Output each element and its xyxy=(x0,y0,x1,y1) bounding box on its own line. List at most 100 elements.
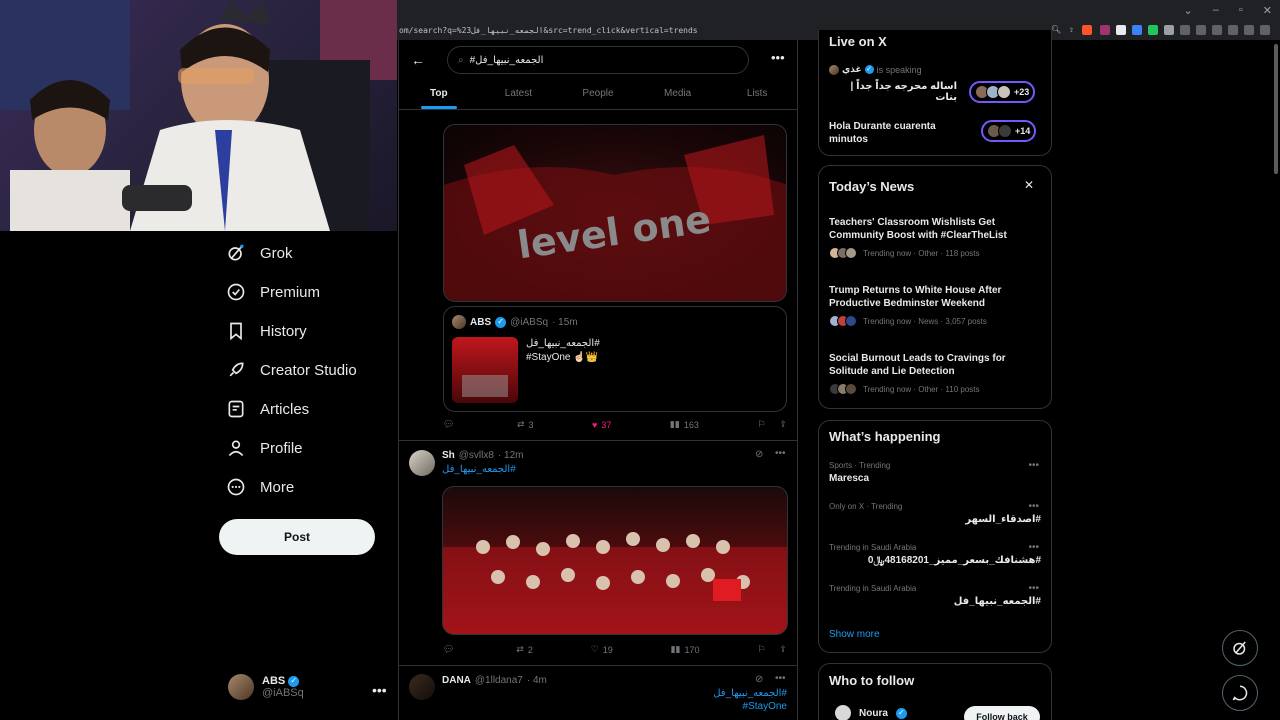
share-icon[interactable]: ⇪ xyxy=(779,644,787,655)
news-item[interactable]: Teachers' Classroom Wishlists Get Commun… xyxy=(829,216,1043,259)
news-item[interactable]: Social Burnout Leads to Cravings for Sol… xyxy=(829,352,1043,395)
quoted-tweet[interactable]: ABS ✓ @iABSq · 15m #الجمعه_نبيها_فل #Sta… xyxy=(443,306,787,412)
back-arrow-icon[interactable]: ← xyxy=(411,52,425,68)
grok-floating-button[interactable] xyxy=(1222,630,1258,666)
tweet-hashtag-stayone[interactable]: #StayOne xyxy=(639,701,787,712)
messages-floating-button[interactable] xyxy=(1222,675,1258,711)
reply-button[interactable]: 💬︎ xyxy=(443,644,458,655)
space-title[interactable]: اساله محرجه جداً جداً | بنات xyxy=(829,81,957,103)
quote-thumbnail[interactable] xyxy=(452,337,518,403)
tab-latest[interactable]: Latest xyxy=(479,80,559,109)
account-more-icon[interactable]: ••• xyxy=(372,682,387,698)
tweet-image[interactable]: level one xyxy=(443,124,787,302)
share-icon[interactable]: ⇪ xyxy=(779,419,787,430)
quote-time[interactable]: · 15m xyxy=(552,317,578,328)
bookmark-icon: ⚐ xyxy=(757,419,766,429)
nav-item-profile[interactable]: Profile xyxy=(226,438,303,458)
close-icon[interactable]: ✕ xyxy=(1024,178,1034,192)
zoom-icon[interactable]: 🔍︎ xyxy=(1051,25,1061,35)
nav-item-articles[interactable]: Articles xyxy=(226,399,309,419)
nav-item-premium[interactable]: Premium xyxy=(226,282,320,302)
tab-media[interactable]: Media xyxy=(638,80,718,109)
minimize-icon[interactable]: – xyxy=(1213,4,1219,16)
account-switcher[interactable]: ABS ✓ @iABSq xyxy=(228,674,304,700)
extension-icon[interactable] xyxy=(1164,25,1174,35)
views-button[interactable]: ▮▮ 163 xyxy=(670,419,699,430)
tweet-hashtag[interactable]: #الجمعه_نبيها_فل xyxy=(639,688,787,699)
quote-line-hashtag[interactable]: #الجمعه_نبيها_فل xyxy=(526,337,600,351)
follow-suggestion[interactable]: Noura ✓ xyxy=(835,705,907,720)
tweet-more-icon[interactable]: ••• xyxy=(775,673,786,684)
avatar[interactable] xyxy=(409,450,435,476)
more-options-icon[interactable]: ••• xyxy=(771,50,785,65)
news-item[interactable]: Trump Returns to White House After Produ… xyxy=(829,284,1043,327)
extension-icon[interactable] xyxy=(1196,25,1206,35)
menu-icon[interactable] xyxy=(1260,25,1270,35)
tab-people[interactable]: People xyxy=(558,80,638,109)
close-icon[interactable]: ✕ xyxy=(1263,4,1272,17)
tweet-author-name[interactable]: DANA xyxy=(442,675,471,686)
live-speaker-row[interactable]: غذي ✓ is speaking xyxy=(829,64,922,75)
chevron-down-icon[interactable]: ⌄ xyxy=(1184,4,1193,17)
nav-item-history[interactable]: History xyxy=(226,321,307,341)
space-listeners-pill[interactable]: +23 xyxy=(969,81,1036,103)
trend-item[interactable]: Trending in Saudi Arabia #هشنافك_بسعر_مم… xyxy=(829,543,1041,566)
reply-button[interactable]: 💬︎ xyxy=(443,419,458,430)
nav-item-grok[interactable]: Grok xyxy=(226,243,293,263)
extension-icon[interactable] xyxy=(1132,25,1142,35)
tweet-image[interactable] xyxy=(442,486,788,635)
extension-icon[interactable] xyxy=(1148,25,1158,35)
brave-shield-icon[interactable] xyxy=(1082,25,1092,35)
trend-item[interactable]: Sports · Trending Maresca xyxy=(829,461,1043,484)
space-listeners-pill[interactable]: +14 xyxy=(981,120,1037,142)
quote-author-handle[interactable]: @iABSq xyxy=(510,317,548,328)
views-button[interactable]: ▮▮ 170 xyxy=(671,644,700,655)
bookmark-button[interactable]: ⚐ ⇪ xyxy=(757,644,787,655)
tweet-author-handle[interactable]: @svllx8 xyxy=(459,450,494,461)
search-input[interactable]: ⌕ #الجمعه_نبيها_فل xyxy=(447,46,749,74)
repost-button[interactable]: ⇄ 3 xyxy=(517,419,534,430)
tweet-author-name[interactable]: Sh xyxy=(442,450,455,461)
search-query[interactable]: #الجمعه_نبيها_فل xyxy=(470,55,544,66)
post-button[interactable]: Post xyxy=(219,519,375,555)
tab-top[interactable]: Top xyxy=(399,80,479,109)
like-button[interactable]: ♡ 19 xyxy=(591,644,613,655)
wallet-icon[interactable] xyxy=(1228,25,1238,35)
quote-line-stayone[interactable]: #StayOne ☝🏻👑 xyxy=(526,351,600,365)
quote-author-name[interactable]: ABS xyxy=(470,317,491,328)
tab-lists[interactable]: Lists xyxy=(717,80,797,109)
trend-item[interactable]: Only on X · Trending #اصدقاء_السهر xyxy=(829,502,1041,525)
tweet-more-icon[interactable]: ••• xyxy=(775,448,786,459)
nav-item-more[interactable]: More xyxy=(226,477,294,497)
vpn-icon[interactable] xyxy=(1244,25,1254,35)
listener-count: +23 xyxy=(1014,87,1030,97)
trend-more-icon[interactable]: ••• xyxy=(1028,583,1039,594)
like-button[interactable]: ♥ 37 xyxy=(592,420,611,430)
share-icon[interactable]: ⇪ xyxy=(1069,25,1074,35)
show-more-link[interactable]: Show more xyxy=(829,629,880,640)
space-title[interactable]: Hola Durante cuarenta minutos xyxy=(829,120,949,146)
news-headline: Trump Returns to White House After Produ… xyxy=(829,285,1002,309)
grok-tweet-icon[interactable]: ⊘ xyxy=(755,449,763,460)
rewards-icon[interactable] xyxy=(1100,25,1110,35)
page-scrollbar[interactable] xyxy=(1274,44,1278,174)
tweet-author-handle[interactable]: @1lldana7 xyxy=(475,675,523,686)
nav-item-creator-studio[interactable]: Creator Studio xyxy=(226,360,357,380)
follow-back-button[interactable]: Follow back xyxy=(964,706,1040,720)
sidebar-icon[interactable] xyxy=(1212,25,1222,35)
tweet-time[interactable]: · 12m xyxy=(498,450,524,461)
trend-more-icon[interactable]: ••• xyxy=(1028,460,1039,471)
repost-icon: ⇄ xyxy=(516,644,524,654)
trend-more-icon[interactable]: ••• xyxy=(1028,542,1039,553)
extension-icon[interactable] xyxy=(1180,25,1190,35)
extension-icon[interactable] xyxy=(1116,25,1126,35)
repost-button[interactable]: ⇄ 2 xyxy=(516,644,533,655)
grok-tweet-icon[interactable]: ⊘ xyxy=(755,674,763,685)
bookmark-button[interactable]: ⚐ ⇪ xyxy=(757,419,787,430)
tweet-hashtag[interactable]: #الجمعه_نبيها_فل xyxy=(442,464,516,475)
trend-more-icon[interactable]: ••• xyxy=(1028,501,1039,512)
restore-icon[interactable]: ▫ xyxy=(1239,4,1243,16)
tweet-time[interactable]: · 4m xyxy=(527,675,547,686)
trend-item[interactable]: Trending in Saudi Arabia #الجمعه_نبيها_ف… xyxy=(829,584,1041,607)
avatar[interactable] xyxy=(409,674,435,700)
